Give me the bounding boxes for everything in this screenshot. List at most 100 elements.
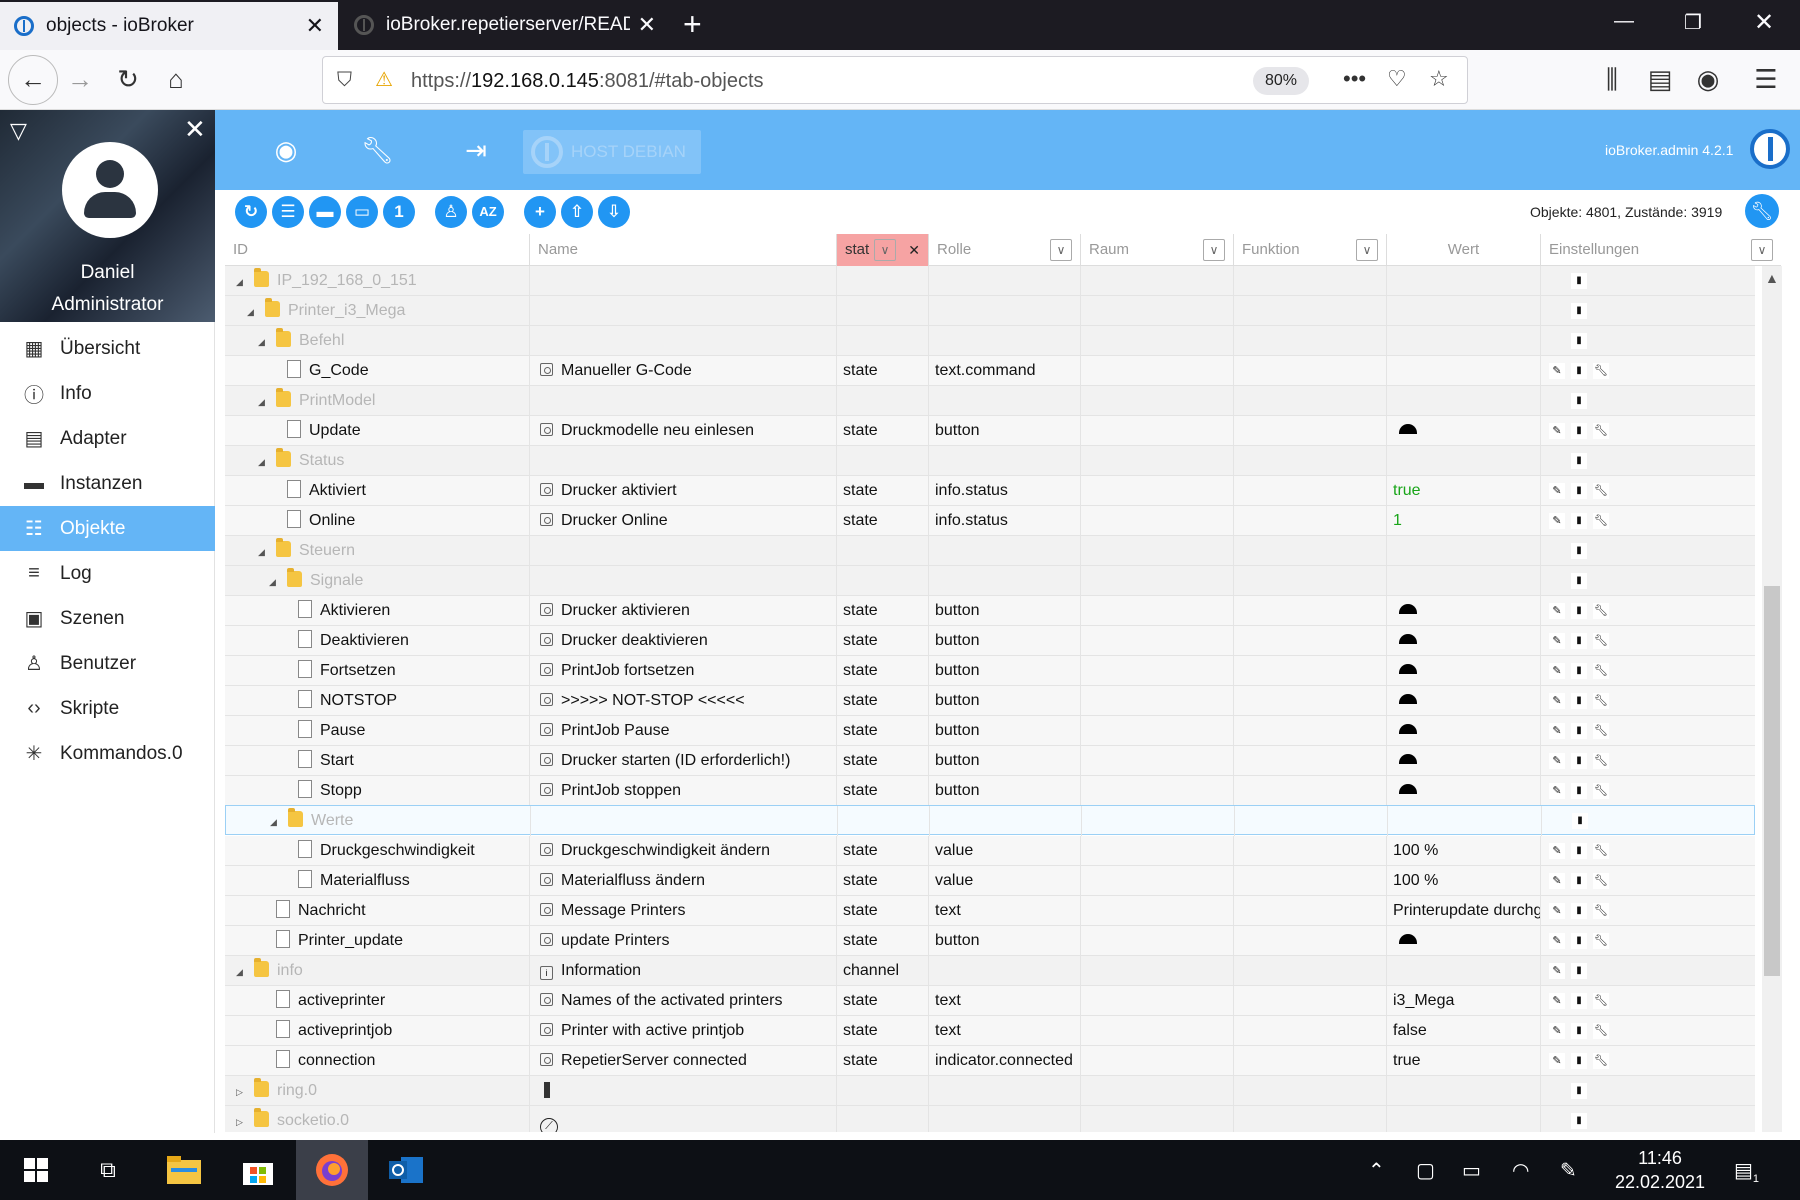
table-row[interactable]: activeprinter Names of the activated prin… (225, 986, 1755, 1016)
page-actions-icon[interactable]: ••• (1343, 66, 1366, 92)
store-icon[interactable] (222, 1140, 294, 1200)
library-icon[interactable]: ⫼ (1594, 62, 1630, 98)
cell-value[interactable] (1387, 416, 1541, 446)
wrench-icon[interactable]: 🔧︎ (1593, 1053, 1609, 1069)
settings-wrench-icon[interactable]: 🔧︎ (1745, 194, 1779, 228)
user-settings-icon[interactable]: ♙ (435, 196, 467, 228)
push-button-icon[interactable] (1399, 934, 1417, 944)
column-id[interactable]: ID (225, 234, 530, 266)
edit-icon[interactable]: ✎ (1549, 843, 1565, 859)
expanded-arrow-icon[interactable]: ◢ (236, 957, 248, 986)
wrench-icon[interactable]: 🔧︎ (1593, 723, 1609, 739)
edit-icon[interactable]: ✎ (1549, 513, 1565, 529)
edit-icon[interactable]: ✎ (1549, 993, 1565, 1009)
table-row[interactable]: Druckgeschwindigkeit Druckgeschwindigkeit… (225, 836, 1755, 866)
wrench-icon[interactable]: 🔧︎ (1593, 663, 1609, 679)
wrench-icon[interactable]: 🔧︎ (1593, 843, 1609, 859)
menu-item-overview[interactable]: ▦ Übersicht (0, 326, 215, 371)
wrench-icon[interactable]: 🔧︎ (1593, 483, 1609, 499)
wrench-icon[interactable]: 🔧︎ (1593, 753, 1609, 769)
clear-filter-icon[interactable]: ✕ (908, 234, 920, 266)
collapsed-arrow-icon[interactable]: ▷ (236, 1107, 248, 1132)
table-row[interactable]: connection RepetierServer connected state i… (225, 1046, 1755, 1076)
table-row[interactable]: ◢ Steuern ▮ (225, 536, 1755, 566)
chevron-up-icon[interactable]: ⌃ (1368, 1158, 1385, 1183)
cell-value[interactable] (1387, 746, 1541, 776)
menu-item-instances[interactable]: ▬ Instanzen (0, 461, 215, 506)
edit-icon[interactable]: ✎ (1549, 633, 1565, 649)
table-row[interactable]: ◢ IP_192_168_0_151 ▮ (225, 266, 1755, 296)
table-row[interactable]: Aktivieren Drucker aktivieren state button ✎… (225, 596, 1755, 626)
delete-icon[interactable]: ▮ (1571, 573, 1587, 589)
expanded-arrow-icon[interactable]: ◢ (258, 447, 270, 476)
edit-icon[interactable]: ✎ (1549, 783, 1565, 799)
forward-button[interactable]: → (62, 62, 98, 98)
collapsed-arrow-icon[interactable]: ▷ (236, 1077, 248, 1106)
delete-icon[interactable]: ▮ (1571, 513, 1587, 529)
wifi-icon[interactable]: ◠ (1512, 1158, 1529, 1183)
notification-icon[interactable]: ▤1 (1734, 1158, 1759, 1185)
delete-icon[interactable]: ▮ (1571, 783, 1587, 799)
delete-icon[interactable]: ▮ (1571, 843, 1587, 859)
sidebar-toggle-icon[interactable]: ▤ (1642, 62, 1678, 98)
folder-open-icon[interactable]: ▭ (346, 196, 378, 228)
menu-item-commands[interactable]: ✳ Kommandos.0 (0, 731, 215, 776)
wrench-icon[interactable]: 🔧︎ (1593, 903, 1609, 919)
table-row[interactable]: ◢ info i Information channel ✎ ▮ (225, 956, 1755, 986)
table-row[interactable]: Aktiviert Drucker aktiviert state info.stat… (225, 476, 1755, 506)
table-row[interactable]: Fortsetzen PrintJob fortsetzen state button… (225, 656, 1755, 686)
table-row[interactable]: NOTSTOP >>>>> NOT-STOP <<<<< state button ✎ ▮… (225, 686, 1755, 716)
download-icon[interactable]: ⇩ (598, 196, 630, 228)
table-row[interactable]: ◢ Werte ▮ (225, 805, 1755, 836)
push-button-icon[interactable] (1399, 424, 1417, 434)
url-bar[interactable]: ⛉ ⚠ https://192.168.0.145:8081/#tab-obje… (322, 56, 1468, 104)
delete-icon[interactable]: ▮ (1571, 423, 1587, 439)
push-button-icon[interactable] (1399, 604, 1417, 614)
expanded-arrow-icon[interactable]: ◢ (236, 267, 248, 296)
delete-icon[interactable]: ▮ (1571, 1053, 1587, 1069)
expanded-arrow-icon[interactable]: ◢ (258, 327, 270, 356)
delete-icon[interactable]: ▮ (1571, 963, 1587, 979)
menu-item-info[interactable]: ⓘ Info (0, 371, 215, 416)
delete-icon[interactable]: ▮ (1571, 543, 1587, 559)
delete-icon[interactable]: ▮ (1571, 873, 1587, 889)
column-room[interactable]: Raum ∨ (1081, 234, 1234, 266)
table-row[interactable]: activeprintjob Printer with active printj… (225, 1016, 1755, 1046)
table-row[interactable]: G_Code Manueller G-Code state text.command ✎… (225, 356, 1755, 386)
push-button-icon[interactable] (1399, 634, 1417, 644)
menu-item-scripts[interactable]: ‹› Skripte (0, 686, 215, 731)
table-row[interactable]: ◢ Status ▮ (225, 446, 1755, 476)
delete-icon[interactable]: ▮ (1571, 453, 1587, 469)
table-row[interactable]: Stopp PrintJob stoppen state button ✎ ▮ 🔧︎ (225, 776, 1755, 806)
wrench-icon[interactable]: 🔧︎ (1593, 993, 1609, 1009)
delete-icon[interactable]: ▮ (1571, 723, 1587, 739)
wrench-icon[interactable]: 🔧︎ (1593, 783, 1609, 799)
zoom-level[interactable]: 80% (1253, 67, 1309, 95)
wrench-icon[interactable]: 🔧︎ (1593, 423, 1609, 439)
chevron-down-icon[interactable]: ∨ (1203, 239, 1225, 261)
table-row[interactable]: Start Drucker starten (ID erforderlich!) s… (225, 746, 1755, 776)
table-row[interactable]: ◢ Signale ▮ (225, 566, 1755, 596)
table-row[interactable]: ▷ ring.0 ▮ (225, 1076, 1755, 1106)
push-button-icon[interactable] (1399, 664, 1417, 674)
menu-item-scenes[interactable]: ▣ Szenen (0, 596, 215, 641)
chevron-down-icon[interactable]: ∨ (1751, 239, 1773, 261)
iobroker-logo-icon[interactable] (1750, 129, 1790, 169)
chevron-down-icon[interactable]: ∨ (1050, 239, 1072, 261)
delete-icon[interactable]: ▮ (1571, 603, 1587, 619)
close-sidebar-icon[interactable]: ✕ (184, 114, 206, 145)
wrench-icon[interactable]: 🔧︎ (1593, 1023, 1609, 1039)
delete-icon[interactable]: ▮ (1571, 393, 1587, 409)
cell-value[interactable] (1387, 656, 1541, 686)
push-button-icon[interactable] (1399, 784, 1417, 794)
home-button[interactable]: ⌂ (158, 62, 194, 98)
table-row[interactable]: Nachricht Message Printers state text Printe… (225, 896, 1755, 926)
wrench-icon[interactable]: 🔧︎ (361, 135, 394, 165)
expert-mode-icon[interactable]: 1 (383, 196, 415, 228)
browser-tab-readme[interactable]: ioBroker.repetierserver/READM ✕ (340, 0, 670, 50)
delete-icon[interactable]: ▮ (1571, 1113, 1587, 1129)
edit-icon[interactable]: ✎ (1549, 933, 1565, 949)
delete-icon[interactable]: ▮ (1571, 333, 1587, 349)
delete-icon[interactable]: ▮ (1571, 693, 1587, 709)
host-selector[interactable]: HOST DEBIAN (523, 130, 701, 174)
